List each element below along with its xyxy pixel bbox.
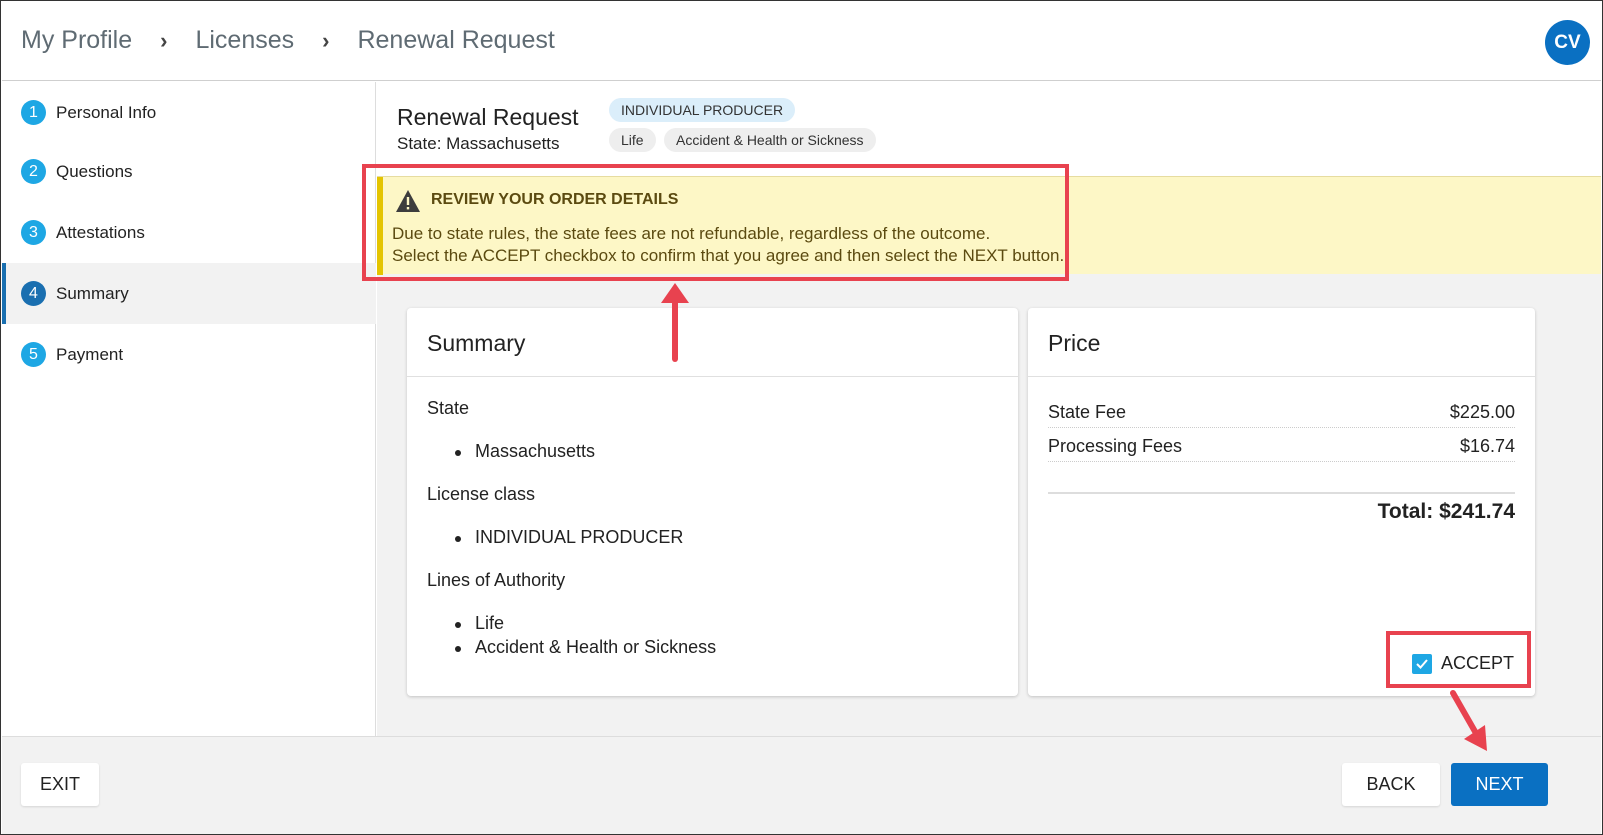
step-number: 2 xyxy=(21,159,46,184)
breadcrumb-licenses[interactable]: Licenses xyxy=(195,26,294,55)
price-total: Total: $241.74 xyxy=(1377,500,1515,523)
step-personal-info[interactable]: 1 Personal Info xyxy=(2,82,376,143)
chevron-right-icon: › xyxy=(160,27,168,53)
price-row-state-fee: State Fee $225.00 xyxy=(1048,402,1515,428)
app-window: My Profile › Licenses › Renewal Request … xyxy=(0,0,1603,835)
page-title: Renewal Request xyxy=(397,104,579,130)
alert-highlight-box xyxy=(362,164,1069,281)
summary-license-item: INDIVIDUAL PRODUCER xyxy=(455,527,683,548)
price-row-label: State Fee xyxy=(1048,402,1127,422)
price-title: Price xyxy=(1048,330,1101,356)
step-payment[interactable]: 5 Payment xyxy=(2,324,376,385)
step-label: Summary xyxy=(56,283,129,303)
summary-license-label: License class xyxy=(427,484,536,504)
step-label: Personal Info xyxy=(56,102,157,122)
step-attestations[interactable]: 3 Attestations xyxy=(2,202,376,263)
price-divider xyxy=(1048,492,1515,494)
arrow-up-icon xyxy=(661,283,689,362)
step-number: 1 xyxy=(21,100,46,125)
arrow-down-icon xyxy=(1450,690,1487,751)
summary-loa-item: Accident & Health or Sickness xyxy=(455,637,716,658)
user-avatar[interactable]: CV xyxy=(1545,20,1590,65)
step-number: 3 xyxy=(21,220,46,245)
license-class-chip: INDIVIDUAL PRODUCER xyxy=(609,98,796,122)
authority-chip-life: Life xyxy=(609,128,656,152)
breadcrumb-renewal-request: Renewal Request xyxy=(357,26,555,54)
summary-title: Summary xyxy=(427,330,526,356)
breadcrumb: My Profile › Licenses › Renewal Request xyxy=(21,26,555,55)
state-line: State: Massachusetts xyxy=(397,134,560,153)
price-row-value: $225.00 xyxy=(1449,402,1515,422)
step-label: Attestations xyxy=(56,222,145,242)
footer-bar: EXIT BACK NEXT xyxy=(2,736,1601,834)
price-row-label: Processing Fees xyxy=(1048,436,1183,456)
chevron-right-icon: › xyxy=(322,27,330,53)
top-header: My Profile › Licenses › Renewal Request … xyxy=(2,2,1601,81)
step-number: 4 xyxy=(21,281,46,306)
request-header: Renewal Request State: Massachusetts IND… xyxy=(377,82,1601,176)
step-number: 5 xyxy=(21,342,46,367)
price-row-processing-fees: Processing Fees $16.74 xyxy=(1048,436,1515,462)
price-row-value: $16.74 xyxy=(1459,436,1515,456)
summary-state-item: Massachusetts xyxy=(455,441,595,462)
step-questions[interactable]: 2 Questions xyxy=(2,141,376,202)
summary-loa-item: Life xyxy=(455,613,504,634)
back-button[interactable]: BACK xyxy=(1342,763,1440,806)
summary-card: Summary State Massachusetts License clas… xyxy=(407,308,1018,696)
accept-highlight-box xyxy=(1386,631,1531,688)
step-summary[interactable]: 4 Summary xyxy=(2,263,376,324)
step-label: Questions xyxy=(56,161,133,181)
authority-chip-accident-health: Accident & Health or Sickness xyxy=(664,128,876,152)
card-divider xyxy=(407,376,1018,377)
breadcrumb-my-profile[interactable]: My Profile xyxy=(21,26,132,55)
card-divider xyxy=(1028,376,1535,377)
summary-state-label: State xyxy=(427,398,470,418)
step-label: Payment xyxy=(56,344,124,364)
next-button[interactable]: NEXT xyxy=(1451,763,1548,806)
exit-button[interactable]: EXIT xyxy=(21,763,99,806)
summary-loa-label: Lines of Authority xyxy=(427,570,566,590)
steps-sidebar: 1 Personal Info 2 Questions 3 Attestatio… xyxy=(2,82,376,754)
